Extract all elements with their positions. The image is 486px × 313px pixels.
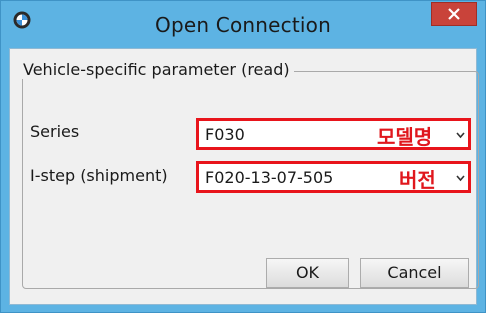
series-dropdown[interactable]: F030 모델명 [196, 118, 471, 150]
close-button[interactable] [431, 2, 477, 26]
group-title: Vehicle-specific parameter (read) [19, 60, 294, 79]
window-title: Open Connection [155, 13, 331, 37]
title-bar[interactable]: Open Connection [1, 1, 485, 45]
dialog-body: Vehicle-specific parameter (read) Series… [9, 48, 479, 305]
istep-label: I-step (shipment) [30, 166, 168, 185]
series-annotation: 모델명 [377, 125, 433, 149]
series-label: Series [30, 122, 80, 141]
close-icon [448, 8, 460, 20]
istep-annotation: 버전 [399, 168, 436, 192]
istep-value: F020-13-07-505 [205, 168, 334, 187]
istep-dropdown[interactable]: F020-13-07-505 버전 [196, 161, 471, 193]
series-value: F030 [205, 125, 245, 144]
cancel-button[interactable]: Cancel [360, 258, 469, 288]
chevron-down-icon [456, 175, 465, 182]
chevron-down-icon [456, 132, 465, 139]
open-connection-dialog: Open Connection Vehicle-specific paramet… [0, 0, 486, 313]
ok-button[interactable]: OK [266, 258, 349, 288]
